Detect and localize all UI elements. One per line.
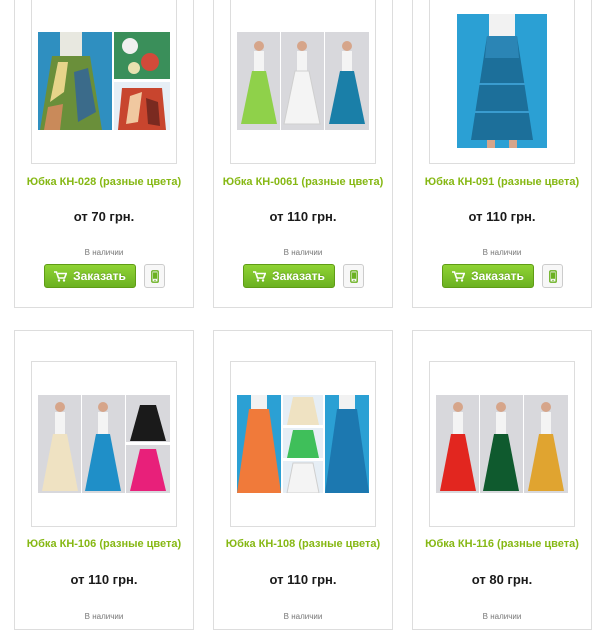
- product-photo: [436, 395, 568, 493]
- product-price: от 110 грн.: [468, 209, 536, 224]
- availability-label: В наличии: [482, 612, 522, 621]
- product-image[interactable]: [429, 0, 575, 164]
- product-name[interactable]: Юбка КН-091 (разные цвета): [413, 176, 591, 188]
- mobile-order-button[interactable]: [343, 264, 364, 288]
- product-photo: [38, 32, 170, 130]
- order-button[interactable]: Заказать: [243, 264, 335, 288]
- mobile-phone-icon: [548, 269, 557, 283]
- product-price: от 110 грн.: [269, 572, 337, 587]
- product-image[interactable]: [31, 0, 177, 164]
- order-button-label: Заказать: [471, 269, 524, 283]
- order-button[interactable]: Заказать: [442, 264, 534, 288]
- product-name[interactable]: Юбка КН-0061 (разные цвета): [214, 176, 392, 188]
- availability-label: В наличии: [283, 248, 323, 257]
- product-name[interactable]: Юбка КН-028 (разные цвета): [15, 176, 193, 188]
- product-card: Юбка КН-116 (разные цвета) от 80 грн. В …: [412, 330, 592, 630]
- product-price: от 110 грн.: [269, 209, 337, 224]
- product-name[interactable]: Юбка КН-108 (разные цвета): [214, 538, 392, 550]
- product-card: Юбка КН-108 (разные цвета) от 110 грн. В…: [213, 330, 393, 630]
- product-photo: [237, 32, 369, 130]
- product-name[interactable]: Юбка КН-116 (разные цвета): [413, 538, 591, 550]
- product-price: от 110 грн.: [70, 572, 138, 587]
- mobile-order-button[interactable]: [542, 264, 563, 288]
- availability-label: В наличии: [482, 248, 522, 257]
- availability-label: В наличии: [84, 612, 124, 621]
- cart-icon: [54, 270, 68, 282]
- order-button[interactable]: Заказать: [44, 264, 136, 288]
- order-button-label: Заказать: [73, 269, 126, 283]
- product-name[interactable]: Юбка КН-106 (разные цвета): [15, 538, 193, 550]
- product-photo: [237, 395, 369, 493]
- product-image[interactable]: [230, 0, 376, 164]
- cart-icon: [253, 270, 267, 282]
- product-card: Юбка КН-028 (разные цвета) от 70 грн. В …: [14, 0, 194, 308]
- mobile-order-button[interactable]: [144, 264, 165, 288]
- cart-icon: [452, 270, 466, 282]
- product-image[interactable]: [31, 361, 177, 527]
- product-card: Юбка КН-091 (разные цвета) от 110 грн. В…: [412, 0, 592, 308]
- mobile-phone-icon: [349, 269, 358, 283]
- product-card: Юбка КН-0061 (разные цвета) от 110 грн. …: [213, 0, 393, 308]
- availability-label: В наличии: [84, 248, 124, 257]
- product-image[interactable]: [230, 361, 376, 527]
- mobile-phone-icon: [150, 269, 159, 283]
- product-image[interactable]: [429, 361, 575, 527]
- product-price: от 70 грн.: [73, 209, 135, 224]
- product-photo: [457, 14, 547, 148]
- product-photo: [38, 395, 170, 493]
- product-card: Юбка КН-106 (разные цвета) от 110 грн. В…: [14, 330, 194, 630]
- product-price: от 80 грн.: [471, 572, 533, 587]
- availability-label: В наличии: [283, 612, 323, 621]
- order-button-label: Заказать: [272, 269, 325, 283]
